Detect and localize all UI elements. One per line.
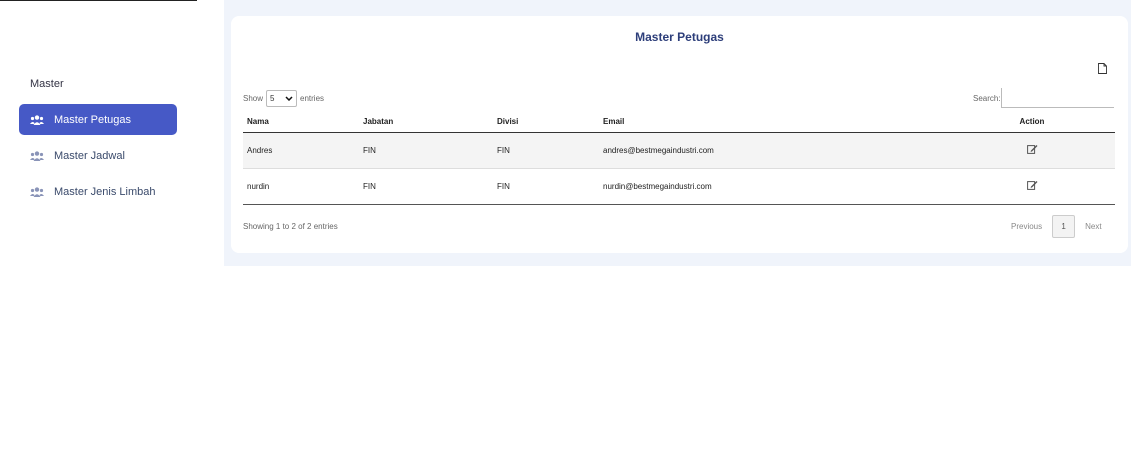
edit-icon[interactable]: [1026, 180, 1038, 190]
show-label: Show: [243, 94, 264, 103]
column-header-divisi[interactable]: Divisi: [493, 112, 599, 133]
users-icon: [30, 150, 44, 161]
length-control: Show 5 entries: [243, 90, 324, 107]
edit-icon[interactable]: [1026, 144, 1038, 154]
column-header-nama[interactable]: Nama: [243, 112, 359, 133]
table-header-row: Nama Jabatan Divisi Email Action: [243, 112, 1115, 133]
search-input[interactable]: [1000, 88, 1114, 108]
sidebar-heading: Master: [30, 78, 64, 90]
column-header-email[interactable]: Email: [599, 112, 949, 133]
column-header-jabatan[interactable]: Jabatan: [359, 112, 493, 133]
cell-divisi: FIN: [493, 132, 599, 169]
content-card: Master Petugas Show 5 entries Search: Na…: [231, 16, 1128, 253]
table-row: Andres FIN FIN andres@bestmegaindustri.c…: [243, 132, 1115, 169]
table-row: nurdin FIN FIN nurdin@bestmegaindustri.c…: [243, 168, 1115, 205]
pagination: Previous 1 Next: [1011, 215, 1102, 238]
chevron-down-icon: [285, 94, 293, 103]
search-label: Search:: [973, 93, 1001, 103]
sidebar-item-master-petugas[interactable]: Master Petugas: [19, 104, 177, 135]
document-icon[interactable]: [1098, 61, 1107, 74]
cell-jabatan: FIN: [359, 132, 493, 169]
sidebar-item-master-jadwal[interactable]: Master Jadwal: [19, 140, 177, 171]
sidebar-item-label: Master Petugas: [54, 113, 132, 126]
entries-select[interactable]: 5: [266, 90, 298, 107]
cell-jabatan: FIN: [359, 168, 493, 205]
cell-email: andres@bestmegaindustri.com: [599, 132, 949, 169]
users-icon: [30, 114, 44, 125]
column-header-action: Action: [949, 112, 1115, 133]
cell-action: [949, 132, 1115, 169]
cell-nama: Andres: [243, 132, 359, 169]
sidebar-item-master-jenis-limbah[interactable]: Master Jenis Limbah: [19, 176, 177, 207]
cell-action: [949, 168, 1115, 205]
sidebar-item-label: Master Jadwal: [54, 149, 125, 162]
entries-label: entries: [300, 94, 325, 103]
sidebar-item-label: Master Jenis Limbah: [54, 185, 156, 198]
sidebar: Master Master Petugas Master Jadwal Mast…: [0, 0, 197, 460]
page-button-1[interactable]: 1: [1052, 215, 1076, 238]
petugas-table: Nama Jabatan Divisi Email Action Andres …: [243, 112, 1115, 205]
page-title: Master Petugas: [635, 30, 724, 44]
cell-nama: nurdin: [243, 168, 359, 205]
previous-button[interactable]: Previous: [1011, 222, 1042, 231]
table-info: Showing 1 to 2 of 2 entries: [243, 222, 338, 231]
cell-email: nurdin@bestmegaindustri.com: [599, 168, 949, 205]
next-button[interactable]: Next: [1085, 222, 1101, 231]
users-icon: [30, 186, 44, 197]
entries-value: 5: [270, 94, 275, 103]
cell-divisi: FIN: [493, 168, 599, 205]
search-control: Search:: [973, 88, 1114, 108]
